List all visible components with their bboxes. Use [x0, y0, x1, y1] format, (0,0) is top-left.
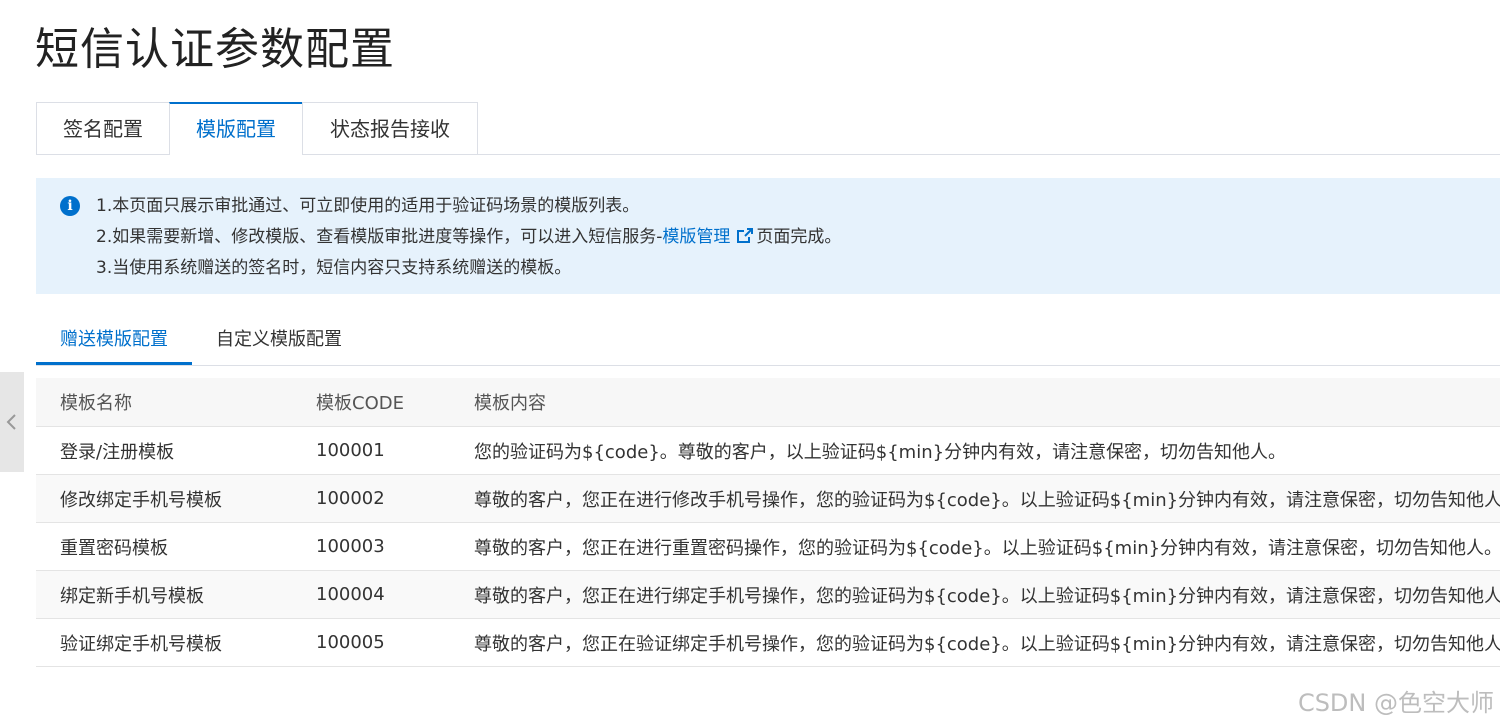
template-name: 验证绑定手机号模板	[36, 618, 316, 667]
table-row: 修改绑定手机号模板 100002 尊敬的客户，您正在进行修改手机号操作，您的验证…	[36, 474, 1500, 523]
subtab-gift-template[interactable]: 赠送模版配置	[36, 316, 192, 365]
template-code: 100004	[316, 570, 474, 619]
template-code: 100003	[316, 522, 474, 571]
template-table: 模板名称 模板CODE 模板内容 登录/注册模板 100001 您的验证码为${…	[36, 378, 1500, 667]
notice-line-2: 2.如果需要新增、修改模版、查看模版审批进度等操作，可以进入短信服务-模版管理 页…	[96, 225, 841, 249]
template-management-link[interactable]: 模版管理	[662, 227, 730, 247]
template-name: 重置密码模板	[36, 522, 316, 571]
table-row: 绑定新手机号模板 100004 尊敬的客户，您正在进行绑定手机号操作，您的验证码…	[36, 570, 1500, 619]
notice-line-2-prefix: 2.如果需要新增、修改模版、查看模版审批进度等操作，可以进入短信服务-	[96, 227, 663, 247]
template-content: 尊敬的客户，您正在进行重置密码操作，您的验证码为${code}。以上验证码${m…	[474, 522, 1500, 571]
table-row: 验证绑定手机号模板 100005 尊敬的客户，您正在验证绑定手机号操作，您的验证…	[36, 618, 1500, 667]
notice-line-3: 3.当使用系统赠送的签名时，短信内容只支持系统赠送的模板。	[96, 258, 572, 278]
tab-status-report[interactable]: 状态报告接收	[302, 102, 478, 154]
top-tab-bar: 签名配置 模版配置 状态报告接收	[36, 102, 1500, 155]
table-row: 登录/注册模板 100001 您的验证码为${code}。尊敬的客户，以上验证码…	[36, 426, 1500, 475]
template-content: 尊敬的客户，您正在进行修改手机号操作，您的验证码为${code}。以上验证码${…	[474, 474, 1500, 523]
info-icon: i	[60, 196, 80, 216]
template-content: 尊敬的客户，您正在进行绑定手机号操作，您的验证码为${code}。以上验证码${…	[474, 570, 1500, 619]
watermark: CSDN @色空大师	[1297, 689, 1494, 717]
column-header-code: 模板CODE	[316, 378, 474, 427]
template-content: 您的验证码为${code}。尊敬的客户，以上验证码${min}分钟内有效，请注意…	[474, 426, 1500, 475]
sub-tab-bar: 赠送模版配置 自定义模版配置	[36, 316, 1500, 366]
tab-signature-config[interactable]: 签名配置	[36, 102, 170, 154]
column-header-name: 模板名称	[36, 378, 316, 427]
notice-line-2-suffix: 页面完成。	[756, 227, 842, 247]
external-link-icon[interactable]	[736, 227, 754, 245]
page-title: 短信认证参数配置	[35, 24, 395, 75]
template-code: 100002	[316, 474, 474, 523]
info-notice: i 1.本页面只展示审批通过、可立即使用的适用于验证码场景的模版列表。 2.如果…	[36, 178, 1500, 294]
tab-template-config[interactable]: 模版配置	[169, 102, 303, 155]
table-header-row: 模板名称 模板CODE 模板内容	[36, 378, 1500, 427]
template-content: 尊敬的客户，您正在验证绑定手机号操作，您的验证码为${code}。以上验证码${…	[474, 618, 1500, 667]
subtab-custom-template[interactable]: 自定义模版配置	[192, 316, 366, 365]
notice-line-1: 1.本页面只展示审批通过、可立即使用的适用于验证码场景的模版列表。	[96, 196, 640, 216]
template-name: 登录/注册模板	[36, 426, 316, 475]
table-row: 重置密码模板 100003 尊敬的客户，您正在进行重置密码操作，您的验证码为${…	[36, 522, 1500, 571]
sidebar-collapse-handle[interactable]	[0, 372, 24, 472]
chevron-left-icon	[6, 414, 16, 430]
template-code: 100005	[316, 618, 474, 667]
template-name: 修改绑定手机号模板	[36, 474, 316, 523]
column-header-content: 模板内容	[474, 378, 1500, 427]
template-name: 绑定新手机号模板	[36, 570, 316, 619]
template-code: 100001	[316, 426, 474, 475]
